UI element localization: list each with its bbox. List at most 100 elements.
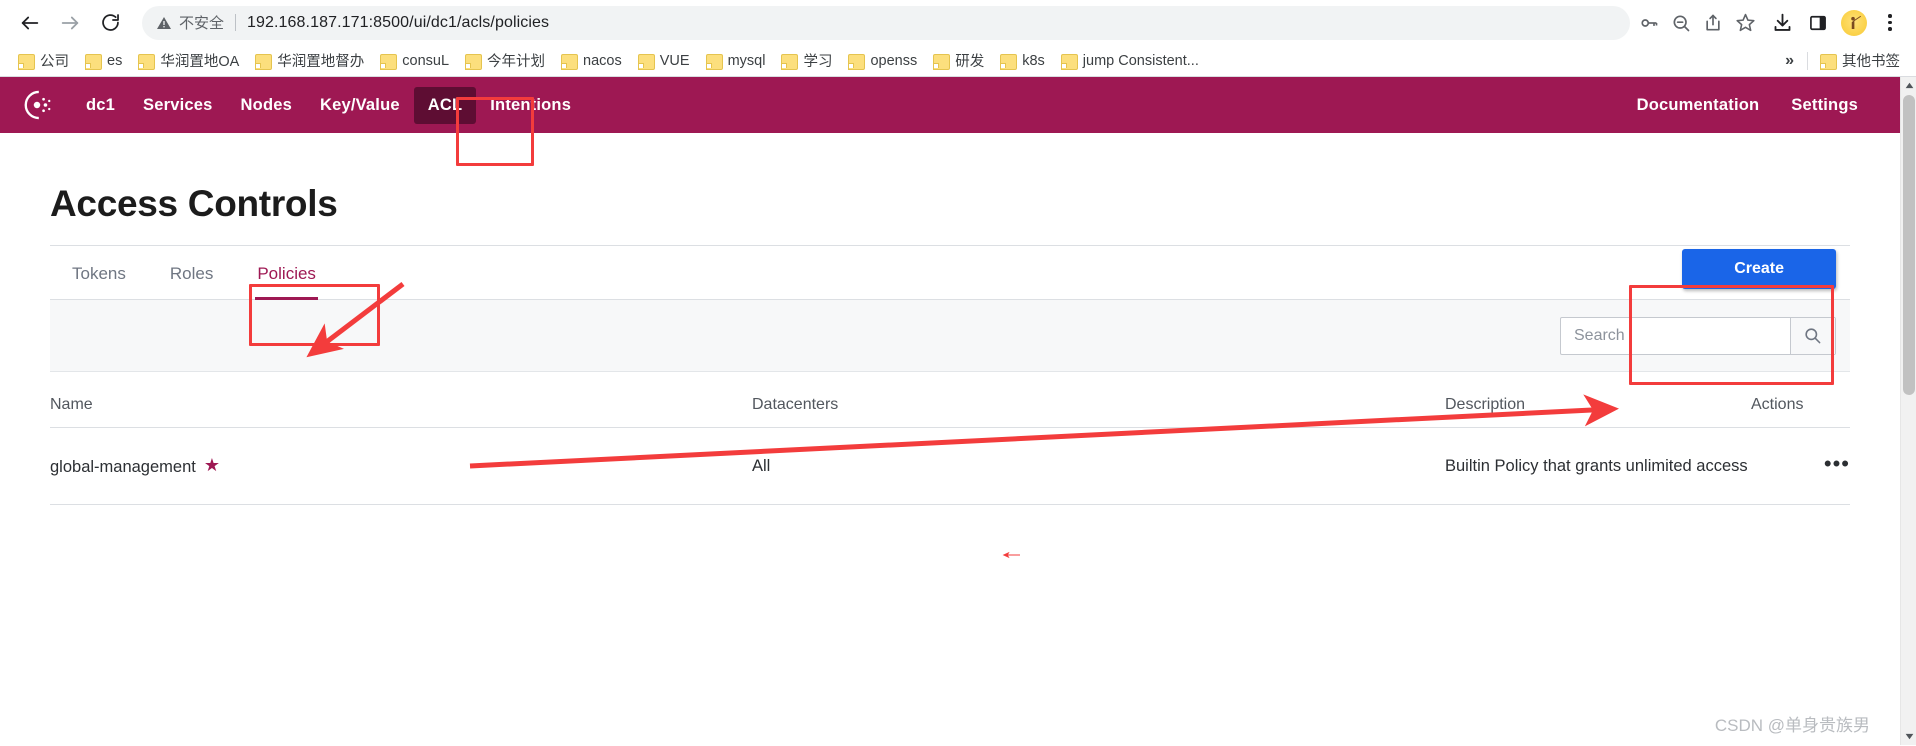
consul-nav-right: Documentation Settings [1621,87,1874,124]
bookmark-item[interactable]: es [77,50,130,72]
bookmark-label: jump Consistent... [1082,52,1199,69]
security-label: 不安全 [179,15,225,32]
folder-icon [933,53,951,70]
bookmark-item[interactable]: 华润置地督办 [247,47,372,74]
scroll-down-arrow-icon[interactable] [1901,728,1916,745]
browser-toolbar-icons [1760,7,1906,39]
menu-dot [1888,20,1892,25]
bookmarks-divider [1807,51,1808,70]
folder-icon [705,53,723,70]
column-header-description[interactable]: Description [1445,372,1751,428]
bookmark-item[interactable]: 华润置地OA [130,47,247,74]
policy-name-link[interactable]: global-management [50,458,196,476]
bookmark-item[interactable]: openss [840,50,925,72]
table-body: global-management ★ All Builtin Policy th… [50,427,1850,505]
folder-icon [18,53,35,70]
tabs-row: Tokens Roles Policies Create [50,245,1850,300]
page-area: dc1 Services Nodes Key/Value ACL Intenti… [0,77,1916,745]
bookmark-item[interactable]: jump Consistent... [1053,50,1207,72]
nav-item-key-value[interactable]: Key/Value [306,87,414,124]
bookmark-item[interactable]: k8s [992,50,1053,72]
bookmark-label: k8s [1022,52,1045,69]
bookmark-item[interactable]: 学习 [773,47,840,74]
bookmark-label: openss [870,52,918,69]
table-head: Name Datacenters Description Actions [50,372,1850,428]
browser-toolbar: 不安全 192.168.187.171:8500/ui/dc1/acls/pol… [0,0,1916,45]
reload-icon [101,14,119,31]
search-button[interactable] [1789,317,1835,354]
folder-icon [561,53,579,70]
omnibox-actions [1634,8,1760,38]
create-button[interactable]: Create [1682,249,1836,289]
cell-actions: ••• [1751,427,1850,505]
key-icon[interactable] [1634,8,1664,38]
security-indicator[interactable]: 不安全 [156,12,224,33]
bookmarks-overflow-icon[interactable]: » [1776,52,1803,70]
page-viewport: dc1 Services Nodes Key/Value ACL Intenti… [0,77,1900,745]
bookmark-star-icon[interactable] [1730,8,1760,38]
bookmark-item[interactable]: mysql [698,50,774,72]
profile-avatar[interactable] [1838,7,1870,39]
omnibox-separator [235,14,237,31]
column-header-name[interactable]: Name [50,372,752,428]
main-content: Access Controls Tokens Roles Policies Cr… [0,133,1900,505]
folder-icon [255,53,273,70]
scrollbar-thumb[interactable] [1903,95,1915,395]
bookmark-label: 公司 [40,54,69,70]
chrome-menu-icon[interactable] [1874,7,1906,39]
consul-logo-icon[interactable] [18,86,56,124]
bookmark-item[interactable]: VUE [630,50,698,72]
bookmark-label: 其他书签 [1842,54,1900,70]
page-title: Access Controls [50,183,338,224]
tab-tokens[interactable]: Tokens [50,264,148,299]
bookmark-label: 华润置地OA [160,54,240,70]
policies-table: Name Datacenters Description Actions glo… [50,372,1850,505]
bookmark-item[interactable]: 研发 [925,47,992,74]
table-row[interactable]: global-management ★ All Builtin Policy th… [50,427,1850,505]
side-panel-icon[interactable] [1802,7,1834,39]
bookmark-label: nacos [583,52,622,69]
nav-item-settings[interactable]: Settings [1775,87,1874,124]
scroll-up-arrow-icon[interactable] [1901,77,1916,94]
nav-item-services[interactable]: Services [129,87,227,124]
folder-icon [138,53,156,70]
watermark: CSDN @单身贵族男 [1714,716,1870,735]
nav-item-dc1[interactable]: dc1 [72,87,129,124]
table-header-row: Name Datacenters Description Actions [50,372,1850,428]
folder-icon [848,53,866,70]
nav-item-nodes[interactable]: Nodes [227,87,306,124]
column-header-datacenters[interactable]: Datacenters [752,372,1445,428]
search-input[interactable] [1561,317,1790,354]
reload-button[interactable] [90,3,130,43]
url-text: 192.168.187.171:8500/ui/dc1/acls/policie… [247,13,550,31]
share-icon[interactable] [1698,8,1728,38]
warning-triangle-icon [157,16,171,29]
menu-dot [1888,14,1892,18]
bookmark-item[interactable]: 公司 [10,47,77,74]
bookmark-item[interactable]: nacos [553,50,630,72]
bookmark-label: 今年计划 [487,54,546,70]
bookmark-item-other[interactable]: 其他书签 [1812,47,1908,74]
bookmarks-bar: 公司 es 华润置地OA 华润置地督办 consuL 今年计划 nacos VU… [0,45,1916,77]
address-bar[interactable]: 不安全 192.168.187.171:8500/ui/dc1/acls/pol… [142,5,1630,40]
nav-item-acl[interactable]: ACL [413,86,477,124]
menu-dot [1888,27,1892,31]
bookmark-item[interactable]: 今年计划 [457,47,553,74]
zoom-out-icon[interactable] [1666,8,1696,38]
row-actions-menu-icon[interactable]: ••• [1824,452,1850,474]
nav-item-documentation[interactable]: Documentation [1621,87,1776,124]
folder-icon [85,53,102,70]
search-box[interactable] [1560,316,1836,355]
tab-roles[interactable]: Roles [148,264,235,299]
download-icon[interactable] [1766,7,1798,39]
star-icon: ★ [203,455,220,475]
bookmark-label: es [107,52,123,69]
back-button[interactable] [10,3,50,43]
page-scrollbar[interactable] [1900,77,1916,745]
tab-policies[interactable]: Policies [235,264,338,300]
bookmark-item[interactable]: consuL [372,50,457,72]
avatar [1841,9,1867,36]
forward-button[interactable] [50,3,90,43]
nav-item-intentions[interactable]: Intentions [476,87,585,124]
bookmarks-overflow-group: » 其他书签 [1776,47,1908,74]
